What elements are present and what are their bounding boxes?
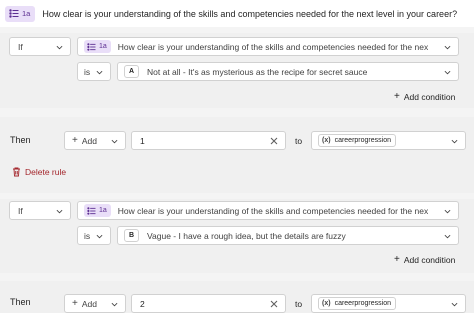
chevron-down-icon bbox=[444, 45, 451, 50]
choice-list-icon bbox=[87, 206, 96, 215]
rule-1-then-label: Then bbox=[10, 135, 31, 145]
chevron-down-icon bbox=[96, 70, 103, 75]
rule-2-answer-text: Vague - I have a rough idea, but the det… bbox=[147, 230, 346, 241]
rule-2-if-label: If bbox=[18, 205, 23, 216]
rule-2-operator: is bbox=[84, 230, 91, 241]
value-text: 1 bbox=[140, 135, 145, 146]
rule-1-question-text: How clear is your understanding of the s… bbox=[117, 41, 428, 52]
question-id: 1a bbox=[99, 43, 107, 50]
rule-1-add-condition-button[interactable]: + Add condition bbox=[394, 91, 455, 102]
chevron-down-icon bbox=[444, 209, 451, 214]
answer-letter: B bbox=[124, 229, 139, 242]
variable-icon: (x) bbox=[322, 300, 331, 307]
variable-tag: (x) careerprogression bbox=[318, 297, 396, 310]
question-badge: 1a bbox=[5, 5, 36, 22]
delete-rule-label: Delete rule bbox=[25, 167, 67, 177]
rule-2-answer-dropdown[interactable]: B Vague - I have a rough idea, but the d… bbox=[117, 226, 459, 245]
rule-2-then-label: Then bbox=[10, 297, 31, 307]
chevron-down-icon bbox=[451, 139, 458, 144]
rule-2-question-text: How clear is your understanding of the s… bbox=[117, 205, 428, 216]
question-title: How clear is your understanding of the s… bbox=[42, 8, 458, 19]
chevron-down-icon bbox=[444, 234, 451, 239]
clear-icon[interactable] bbox=[270, 300, 278, 308]
rule-1-action-block bbox=[0, 117, 474, 193]
rule-1-answer-text: Not at all - It's as mysterious as the r… bbox=[147, 66, 368, 77]
rule-1-answer-dropdown[interactable]: A Not at all - It's as mysterious as the… bbox=[117, 62, 459, 81]
rule-1-operator-dropdown[interactable]: is bbox=[77, 62, 111, 81]
action-label: Add bbox=[81, 298, 97, 309]
rule-1-operator: is bbox=[84, 66, 91, 77]
plus-icon: + bbox=[394, 91, 400, 102]
question-header: 1a How clear is your understanding of th… bbox=[0, 0, 474, 27]
trash-icon bbox=[13, 167, 20, 177]
plus-icon: + bbox=[72, 135, 78, 146]
variable-name: careerprogression bbox=[334, 300, 391, 307]
rule-1-delete-button[interactable]: Delete rule bbox=[12, 167, 66, 177]
variable-tag: (x) careerprogression bbox=[318, 134, 396, 147]
add-condition-label: Add condition bbox=[403, 91, 456, 102]
rule-2-to-label: to bbox=[295, 299, 303, 309]
variable-icon: (x) bbox=[322, 137, 331, 144]
clear-icon[interactable] bbox=[270, 137, 278, 145]
choice-list-icon bbox=[87, 42, 96, 51]
chevron-down-icon bbox=[111, 302, 118, 307]
rule-2-add-condition-button[interactable]: + Add condition bbox=[394, 254, 455, 265]
answer-letter: A bbox=[124, 65, 139, 78]
rule-1-to-label: to bbox=[295, 136, 303, 146]
chevron-down-icon bbox=[96, 234, 103, 239]
rule-1-if-dropdown[interactable]: If bbox=[9, 37, 71, 56]
rule-1-if-label: If bbox=[18, 41, 23, 52]
question-badge: 1a bbox=[84, 204, 111, 217]
value-text: 2 bbox=[140, 298, 145, 309]
rule-1-variable-dropdown[interactable]: (x) careerprogression bbox=[311, 131, 466, 150]
rule-1-action-dropdown[interactable]: + Add bbox=[64, 131, 126, 150]
question-id: 1a bbox=[22, 9, 31, 18]
chevron-down-icon bbox=[56, 209, 63, 214]
chevron-down-icon bbox=[56, 45, 63, 50]
rule-2-action-dropdown[interactable]: + Add bbox=[64, 294, 126, 313]
question-id: 1a bbox=[99, 207, 107, 214]
rule-2-variable-dropdown[interactable]: (x) careerprogression bbox=[311, 294, 466, 313]
add-condition-label: Add condition bbox=[403, 254, 456, 265]
chevron-down-icon bbox=[444, 70, 451, 75]
rule-2-value-input[interactable]: 2 bbox=[131, 294, 286, 313]
chevron-down-icon bbox=[451, 302, 458, 307]
question-badge: 1a bbox=[84, 40, 111, 53]
plus-icon: + bbox=[72, 298, 78, 309]
plus-icon: + bbox=[394, 254, 400, 265]
chevron-down-icon bbox=[111, 139, 118, 144]
variable-name: careerprogression bbox=[334, 137, 391, 144]
rule-2-question-dropdown[interactable]: 1a How clear is your understanding of th… bbox=[77, 201, 459, 220]
rule-1-question-dropdown[interactable]: 1a How clear is your understanding of th… bbox=[77, 37, 459, 56]
rule-2-if-dropdown[interactable]: If bbox=[9, 201, 71, 220]
choice-list-icon bbox=[9, 9, 19, 18]
rule-1-value-input[interactable]: 1 bbox=[131, 131, 286, 150]
action-label: Add bbox=[81, 135, 97, 146]
rule-2-operator-dropdown[interactable]: is bbox=[77, 226, 111, 245]
